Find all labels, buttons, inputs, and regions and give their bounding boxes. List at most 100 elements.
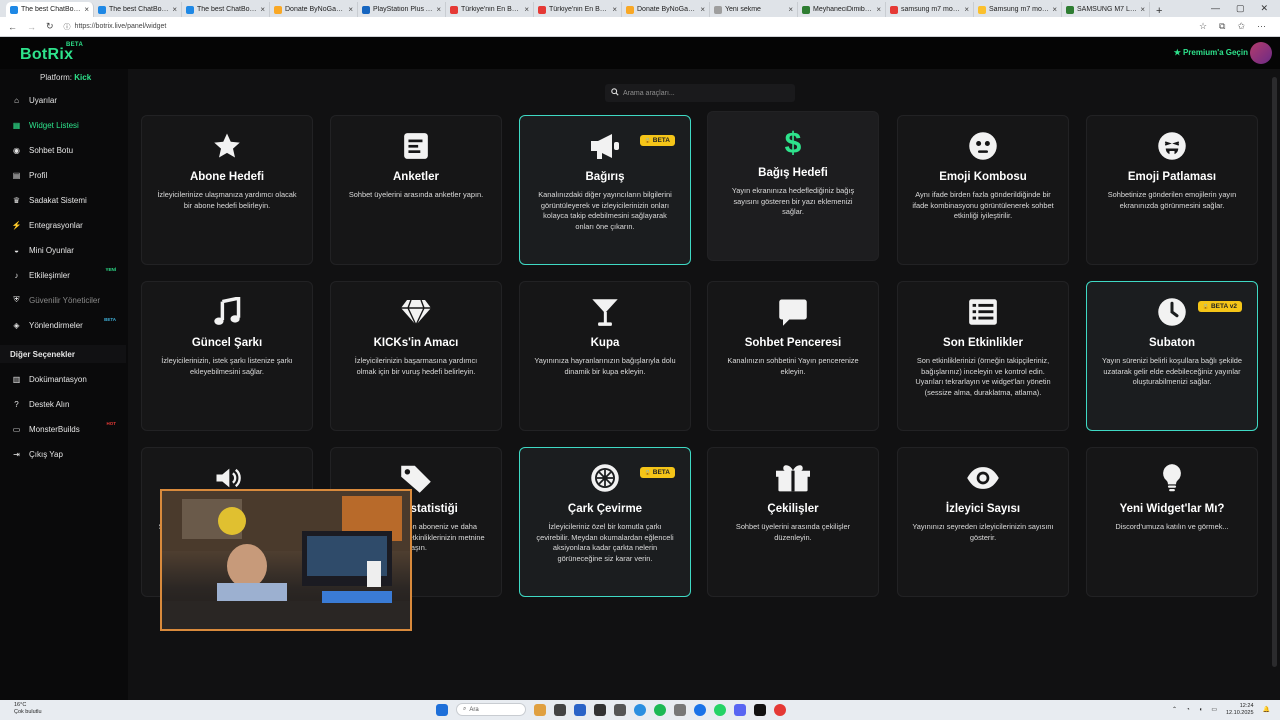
browser-tab[interactable]: Türkiye'nin En Büyük × bbox=[446, 2, 534, 17]
browser-tab[interactable]: Yeni sekme × bbox=[710, 2, 798, 17]
back-icon[interactable]: ← bbox=[8, 22, 17, 32]
clock[interactable]: 12:24 12.10.2025 bbox=[1226, 703, 1254, 716]
clock-date: 12.10.2025 bbox=[1225, 709, 1254, 716]
widget-card[interactable]: $ Bağış Hedefi Yayın ekranınıza hedeflediğ… bbox=[707, 111, 879, 261]
site-info-icon[interactable]: ⓘ bbox=[64, 22, 71, 32]
discord-icon[interactable] bbox=[734, 703, 746, 716]
sidebar-item[interactable]: ⌂ Uyarılar bbox=[12, 92, 122, 108]
widget-card[interactable]: Çark Çevirme İzleyicileriniz özel bir kom… bbox=[519, 447, 691, 597]
browser-tab[interactable]: Donate ByNoGame × bbox=[270, 2, 358, 17]
browser-tab[interactable]: MeyhaneciDimibri Stre× bbox=[798, 2, 886, 17]
favorites-icon[interactable]: ✩ bbox=[1237, 21, 1245, 32]
tiktok-icon[interactable] bbox=[754, 703, 766, 716]
terminal-icon[interactable] bbox=[594, 703, 606, 716]
browser-tab[interactable]: The best ChatBot and× bbox=[182, 2, 270, 17]
app-icon[interactable] bbox=[674, 703, 686, 716]
widget-card[interactable]: Kupa Yayınınıza hayranlarınızın bağışları… bbox=[519, 281, 691, 431]
widget-card[interactable]: İzleyici Sayısı Yayınınızı seyreden izley… bbox=[897, 447, 1069, 597]
forward-icon[interactable]: → bbox=[27, 22, 36, 32]
notification-bell-icon[interactable]: 🔔 bbox=[1263, 706, 1270, 713]
tab-close-icon[interactable]: × bbox=[84, 5, 89, 14]
tab-close-icon[interactable]: × bbox=[1052, 5, 1057, 14]
wifi-icon[interactable]: ◔ bbox=[1186, 707, 1190, 713]
maximize-icon[interactable]: ▢ bbox=[1236, 3, 1245, 14]
extensions-icon[interactable]: ⧉ bbox=[1219, 21, 1225, 32]
tab-close-icon[interactable]: × bbox=[260, 5, 265, 14]
tab-close-icon[interactable]: × bbox=[524, 5, 529, 14]
sidebar-item[interactable]: ? Destek Alın bbox=[12, 396, 122, 412]
widget-card[interactable]: Emoji Kombosu Aynı ifade birden fazla gön… bbox=[897, 115, 1069, 265]
premium-upgrade-link[interactable]: ★ Premium'a Geçin bbox=[1174, 48, 1248, 57]
wheel-icon bbox=[590, 462, 620, 494]
widget-card[interactable]: Abone Hedefi İzleyicilerinize ulaşmanıza … bbox=[141, 115, 313, 265]
botrix-logo[interactable]: BotRix BETA bbox=[20, 42, 83, 64]
botrix-app: BotRix BETA ★ Premium'a Geçin Platform: … bbox=[0, 37, 1280, 700]
close-window-icon[interactable]: ✕ bbox=[1260, 3, 1268, 14]
widget-card[interactable]: Çekilişler Sohbet üyelerini arasında çeki… bbox=[707, 447, 879, 597]
browser-tab[interactable]: samsung m7 monitör × bbox=[886, 2, 974, 17]
browser-tab[interactable]: The best ChatBot and× bbox=[94, 2, 182, 17]
whatsapp-icon[interactable] bbox=[714, 703, 726, 716]
tray-chevron-icon[interactable]: ⌃ bbox=[1172, 706, 1177, 713]
browser-tab[interactable]: Samsung m7 monitör × bbox=[974, 2, 1062, 17]
tab-close-icon[interactable]: × bbox=[876, 5, 881, 14]
widget-card[interactable]: Güncel Şarkı İzleyicilerinizin, istek şar… bbox=[141, 281, 313, 431]
widget-card[interactable]: Yeni Widget'lar Mı? Discord'umuza katılın… bbox=[1086, 447, 1258, 597]
tab-close-icon[interactable]: × bbox=[172, 5, 177, 14]
browser-menu-icon[interactable]: ⋯ bbox=[1257, 21, 1266, 32]
sidebar-item[interactable]: ⇥ Çıkış Yap bbox=[12, 446, 122, 462]
tab-close-icon[interactable]: × bbox=[700, 5, 705, 14]
record-icon[interactable] bbox=[774, 703, 786, 716]
sidebar-item[interactable]: ♪ Etkileşimler YENİ bbox=[12, 267, 122, 283]
sidebar-item[interactable]: ◒ Mini Oyunlar bbox=[12, 242, 122, 258]
tool-search-input[interactable]: Arama araçları... bbox=[605, 84, 795, 102]
widget-card[interactable]: Anketler Sohbet üyelerini arasında anketl… bbox=[330, 115, 502, 265]
widget-card[interactable]: Bağırış Kanalınızdaki diğer yayıncıların … bbox=[519, 115, 691, 265]
sidebar-item[interactable]: ▤ Profil bbox=[12, 167, 122, 183]
widget-card[interactable]: Emoji Patlaması Sohbetinize gönderilen em… bbox=[1086, 115, 1258, 265]
browser-tab[interactable]: PlayStation Plus Abon× bbox=[358, 2, 446, 17]
page-scrollbar[interactable] bbox=[1272, 77, 1277, 667]
battery-icon[interactable]: ▭ bbox=[1211, 706, 1217, 713]
user-avatar[interactable] bbox=[1250, 42, 1272, 64]
browser-tab[interactable]: The best ChatBot and× bbox=[6, 2, 94, 17]
widget-card[interactable]: KICKs'in Amacı İzleyicilerinizin başarmas… bbox=[330, 281, 502, 431]
taskbar-search[interactable]: ⌕ Ara bbox=[456, 703, 526, 716]
edge-icon[interactable] bbox=[574, 703, 586, 716]
widgets-icon[interactable] bbox=[534, 703, 546, 716]
sidebar-item[interactable]: ♛ Sadakat Sistemi bbox=[12, 192, 122, 208]
tab-close-icon[interactable]: × bbox=[612, 5, 617, 14]
sidebar-item[interactable]: ⚡ Entegrasyonlar bbox=[12, 217, 122, 233]
file-explorer-icon[interactable] bbox=[614, 703, 626, 716]
sidebar-item[interactable]: ▦ Widget Listesi bbox=[12, 117, 122, 133]
url-field[interactable]: ⓘ https://botrix.live/panel/widget bbox=[64, 22, 167, 32]
browser-tab[interactable]: Türkiye'nin En Büyük × bbox=[534, 2, 622, 17]
new-tab-button[interactable]: + bbox=[1150, 5, 1168, 17]
widget-card[interactable]: Son Etkinlikler Son etkinliklerinizi (örn… bbox=[897, 281, 1069, 431]
tab-close-icon[interactable]: × bbox=[436, 5, 441, 14]
volume-icon[interactable]: ◖ bbox=[1199, 707, 1203, 713]
sidebar-item[interactable]: ▭ MonsterBuilds HOT bbox=[12, 421, 122, 437]
widget-card[interactable]: Sohbet Penceresi Kanalınızın sohbetini Ya… bbox=[707, 281, 879, 431]
tab-close-icon[interactable]: × bbox=[788, 5, 793, 14]
minimize-icon[interactable]: — bbox=[1211, 3, 1220, 14]
tab-close-icon[interactable]: × bbox=[1140, 5, 1145, 14]
tab-close-icon[interactable]: × bbox=[348, 5, 353, 14]
sidebar-item[interactable]: ◈ Yönlendirmeler BETA bbox=[12, 317, 122, 333]
sidebar-item[interactable]: ▥ Dokümantasyon bbox=[12, 371, 122, 387]
tab-close-icon[interactable]: × bbox=[964, 5, 969, 14]
bookmark-star-icon[interactable]: ☆ bbox=[1199, 21, 1207, 32]
sidebar-item[interactable]: ⛨ Güvenilir Yöneticiler bbox=[12, 292, 122, 308]
reload-icon[interactable]: ↻ bbox=[46, 21, 54, 32]
sidebar-item[interactable]: ◉ Sohbet Botu bbox=[12, 142, 122, 158]
browser-tab[interactable]: SAMSUNG M7 LS43C× bbox=[1062, 2, 1150, 17]
sidebar-item-label: Widget Listesi bbox=[29, 120, 79, 130]
spotify-icon[interactable] bbox=[654, 703, 666, 716]
telegram-icon[interactable] bbox=[634, 703, 646, 716]
task-view-icon[interactable] bbox=[554, 703, 566, 716]
weather-widget[interactable]: 16°C Çok bulutlu bbox=[14, 702, 42, 716]
browser-tab[interactable]: Donate ByNoGame × bbox=[622, 2, 710, 17]
widget-card[interactable]: Subaton Yayın sürenizi belirli koşullara … bbox=[1086, 281, 1258, 431]
browser-icon[interactable] bbox=[694, 703, 706, 716]
windows-start-icon[interactable] bbox=[436, 703, 448, 716]
